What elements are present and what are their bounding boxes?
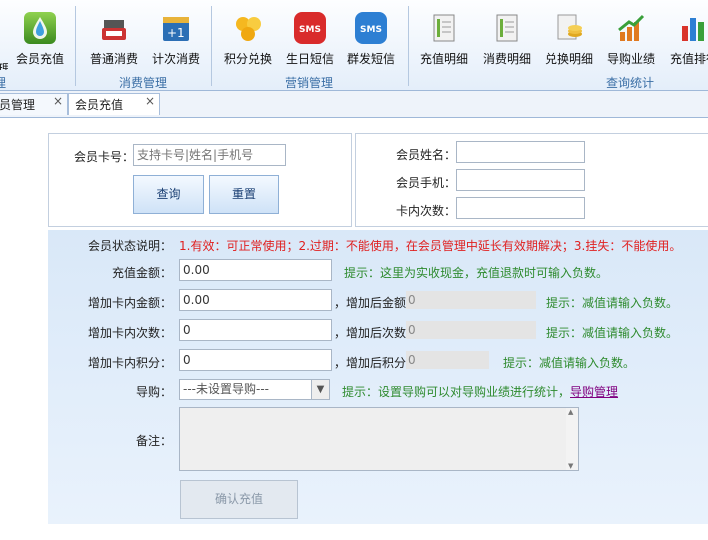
card-amount-input[interactable] (179, 289, 332, 311)
after-times-value: 0 (406, 321, 536, 339)
card-times-field (456, 197, 585, 219)
chevron-down-icon[interactable]: ▼ (311, 380, 329, 399)
after-points-label: ，增加后积分 (334, 356, 407, 370)
recharge-detail-button[interactable]: 充值明细 (416, 8, 472, 70)
sms-blue-icon: SMS (355, 12, 387, 44)
birthday-sms-button[interactable]: SMS 生日短信 (282, 8, 338, 70)
ribbon-toolbar: 理 会员充值 普通消费 +1 计次消费 积分兑换 SMS 生日短信 SMS 群发… (0, 0, 708, 91)
tab-bar: 员管理 × 会员充值 × (0, 91, 708, 118)
birthday-sms-label: 生日短信 (285, 52, 334, 66)
after-amount-label: ，增加后金额 (334, 296, 407, 310)
svg-text:+1: +1 (167, 26, 185, 40)
calendar-plus-icon: +1 (160, 12, 192, 44)
points-exchange-button[interactable]: 积分兑换 (220, 8, 276, 70)
normal-consume-button[interactable]: 普通消费 (86, 8, 142, 70)
consume-detail-button[interactable]: 消费明细 (479, 8, 535, 70)
group-label-marketing: 营销管理 (285, 76, 334, 90)
tab-member-recharge[interactable]: 会员充值 × (68, 93, 160, 115)
guide-select-value: ---未设置导购--- (183, 382, 269, 396)
recharge-label: 会员充值 (15, 52, 64, 66)
reset-button[interactable]: 重置 (209, 175, 279, 214)
scroll-down-icon[interactable]: ▼ (568, 462, 573, 470)
tab-member-management[interactable]: 员管理 × (0, 93, 68, 115)
recharge-amount-input[interactable] (179, 259, 332, 281)
query-button[interactable]: 查询 (133, 175, 204, 214)
hexagon-points-icon (232, 12, 264, 44)
bar-chart-icon (678, 12, 708, 44)
card-number-input[interactable] (133, 144, 286, 166)
card-times-input[interactable] (179, 319, 332, 341)
group-separator (75, 6, 76, 86)
sms-red-icon: SMS (294, 12, 326, 44)
count-consume-button[interactable]: +1 计次消费 (148, 8, 204, 70)
scroll-up-icon[interactable]: ▲ (568, 408, 573, 416)
card-times-label: 卡内次数： (396, 204, 457, 218)
count-consume-label: 计次消费 (151, 52, 200, 66)
ledger-icon (491, 12, 523, 44)
member-phone-label: 会员手机： (396, 176, 457, 190)
normal-consume-label: 普通消费 (89, 52, 138, 66)
after-points-value: 0 (406, 351, 489, 369)
ledger-icon (428, 12, 460, 44)
close-icon[interactable]: × (53, 90, 63, 112)
card-amount-label: 增加卡内金额： (88, 296, 173, 310)
recharge-amount-hint: 提示：这里为实收现金，充值退款时可输入负数。 (344, 266, 609, 280)
group-label-consume: 消费管理 (119, 76, 168, 90)
guide-performance-button[interactable]: 导购业绩 (603, 8, 659, 70)
member-name-field (456, 141, 585, 163)
notes-scrollbar[interactable]: ▲ ▼ (566, 408, 578, 470)
group-label-stats: 查询统计 (606, 76, 655, 90)
recharge-button[interactable]: 会员充值 (12, 8, 68, 70)
svg-text:SMS: SMS (299, 25, 321, 35)
status-description-text: 1.有效：可正常使用；2.过期：不能使用，在会员管理中延长有效期解决；3.挂失：… (179, 239, 682, 253)
group-separator (211, 6, 212, 86)
bulk-sms-button[interactable]: SMS 群发短信 (343, 8, 399, 70)
recharge-ranking-label: 充值排行 (669, 52, 708, 66)
ribbon-partial-label: 理 (0, 62, 8, 70)
close-icon[interactable]: × (145, 90, 155, 112)
ribbon-partial-item[interactable]: 理 (0, 8, 8, 70)
card-points-hint: 提示：减值请输入负数。 (503, 356, 636, 370)
coins-icon (553, 12, 585, 44)
group-separator (408, 6, 409, 86)
exchange-detail-label: 兑换明细 (544, 52, 593, 66)
tab-label: 员管理 (0, 98, 36, 112)
bulk-sms-label: 群发短信 (346, 52, 395, 66)
after-times-label: ，增加后次数 (334, 326, 407, 340)
card-times-hint: 提示：减值请输入负数。 (546, 326, 679, 340)
guide-performance-label: 导购业绩 (606, 52, 655, 66)
water-drop-icon (24, 12, 56, 44)
card-number-label: 会员卡号： (74, 150, 135, 164)
guide-label: 导购： (136, 385, 173, 399)
recharge-amount-label: 充值金额： (112, 266, 173, 280)
notes-textarea[interactable]: ▲ ▼ (179, 407, 579, 471)
confirm-recharge-button[interactable]: 确认充值 (180, 480, 298, 519)
cash-register-icon (98, 12, 130, 44)
consume-detail-label: 消费明细 (482, 52, 531, 66)
points-exchange-label: 积分兑换 (223, 52, 272, 66)
exchange-detail-button[interactable]: 兑换明细 (541, 8, 597, 70)
guide-select[interactable]: ---未设置导购--- ▼ (179, 379, 330, 400)
tab-label: 会员充值 (75, 98, 124, 112)
growth-chart-icon (615, 12, 647, 44)
card-times-add-label: 增加卡内次数： (88, 326, 173, 340)
recharge-ranking-button[interactable]: 充值排行 (666, 8, 708, 70)
notes-label: 备注： (136, 434, 173, 448)
guide-management-link[interactable]: 导购管理 (570, 383, 618, 400)
card-points-input[interactable] (179, 349, 332, 371)
card-points-label: 增加卡内积分： (88, 356, 173, 370)
after-amount-value: 0 (406, 291, 536, 309)
member-name-label: 会员姓名： (396, 148, 457, 162)
card-amount-hint: 提示：减值请输入负数。 (546, 296, 679, 310)
status-description-label: 会员状态说明： (88, 239, 173, 253)
group-label-member: 理 (0, 76, 7, 90)
svg-text:SMS: SMS (360, 25, 382, 35)
guide-hint: 提示：设置导购可以对导购业绩进行统计， (342, 385, 571, 399)
recharge-detail-label: 充值明细 (419, 52, 468, 66)
member-phone-field (456, 169, 585, 191)
